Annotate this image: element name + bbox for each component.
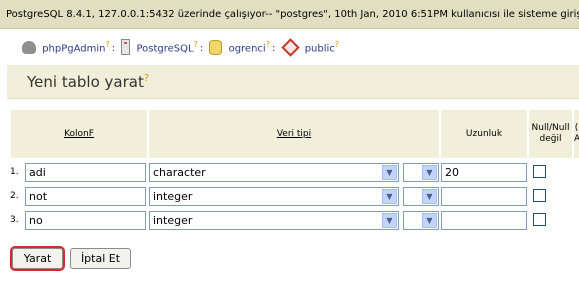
data-type-header-label[interactable]: Veri tipi xyxy=(277,129,311,139)
length-input[interactable] xyxy=(441,211,527,230)
chevron-down-icon[interactable]: ▼ xyxy=(382,189,397,204)
breadcrumb: phpPgAdmin?: PostgreSQL?: ogrenci?: publ… xyxy=(0,30,579,60)
length-input[interactable]: 20 xyxy=(441,163,527,182)
array-select[interactable]: ▼ xyxy=(403,187,439,206)
page-title-bar: Yeni tablo yarat? xyxy=(7,65,579,99)
chevron-down-icon[interactable]: ▼ xyxy=(422,213,437,228)
breadcrumb-postgresql[interactable]: PostgreSQL xyxy=(136,43,193,54)
help-icon[interactable]: ? xyxy=(144,73,149,84)
breadcrumb-ogrenci[interactable]: ogrenci xyxy=(229,43,266,54)
chevron-down-icon[interactable]: ▼ xyxy=(382,213,397,228)
column-name-input[interactable]: adi xyxy=(25,163,146,182)
database-icon xyxy=(209,39,223,55)
data-type-header[interactable]: Veri tipi xyxy=(149,110,439,158)
chevron-down-icon[interactable]: ▼ xyxy=(382,165,397,180)
row-number: 2. xyxy=(10,191,19,201)
breadcrumb-separator: : xyxy=(111,43,116,55)
breadcrumb-separator: : xyxy=(271,43,276,55)
data-type-value: character xyxy=(153,166,206,179)
not-null-checkbox[interactable] xyxy=(533,213,546,226)
not-null-header-label: Null/Null değil xyxy=(531,123,570,144)
not-null-checkbox[interactable] xyxy=(533,165,546,178)
server-status-bar: PostgreSQL 8.4.1, 127.0.0.1:5432 üzerind… xyxy=(0,0,579,29)
data-type-value: integer xyxy=(153,190,193,203)
server-status-text: PostgreSQL 8.4.1, 127.0.0.1:5432 üzerind… xyxy=(6,9,579,20)
page-title-text: Yeni tablo yarat xyxy=(27,73,144,91)
length-header: Uzunluk xyxy=(441,110,527,158)
length-header-label: Uzunluk xyxy=(465,129,503,139)
cancel-button[interactable]: İptal Et xyxy=(70,248,131,269)
breadcrumb-phppgadmin[interactable]: phpPgAdmin xyxy=(42,43,105,54)
help-icon[interactable]: ? xyxy=(194,40,198,49)
page-title: Yeni tablo yarat? xyxy=(27,73,149,91)
row-number: 1. xyxy=(10,167,19,177)
length-input[interactable] xyxy=(441,187,527,206)
extra-header: ( A xyxy=(574,110,579,158)
column-name-input[interactable]: no xyxy=(25,211,146,230)
schema-icon xyxy=(280,38,300,57)
breadcrumb-separator: : xyxy=(199,43,204,55)
breadcrumb-public[interactable]: public xyxy=(305,43,335,54)
help-icon[interactable]: ? xyxy=(335,40,339,49)
extra-header-label: ( A xyxy=(574,123,579,144)
column-name-header[interactable]: KolonF xyxy=(11,110,147,158)
elephant-icon xyxy=(22,40,36,54)
not-null-checkbox[interactable] xyxy=(533,189,546,202)
array-select[interactable]: ▼ xyxy=(403,211,439,230)
create-button[interactable]: Yarat xyxy=(10,246,65,271)
server-icon xyxy=(121,39,131,56)
array-select[interactable]: ▼ xyxy=(403,163,439,182)
chevron-down-icon[interactable]: ▼ xyxy=(422,189,437,204)
row-number: 3. xyxy=(10,215,19,225)
chevron-down-icon[interactable]: ▼ xyxy=(422,165,437,180)
column-name-input[interactable]: not xyxy=(25,187,146,206)
data-type-select[interactable]: integer ▼ xyxy=(149,187,399,206)
help-icon[interactable]: ? xyxy=(105,40,109,49)
help-icon[interactable]: ? xyxy=(266,40,270,49)
not-null-header: Null/Null değil xyxy=(529,110,572,158)
column-name-header-label[interactable]: KolonF xyxy=(64,129,94,139)
data-type-value: integer xyxy=(153,214,193,227)
data-type-select[interactable]: integer ▼ xyxy=(149,211,399,230)
data-type-select[interactable]: character ▼ xyxy=(149,163,399,182)
